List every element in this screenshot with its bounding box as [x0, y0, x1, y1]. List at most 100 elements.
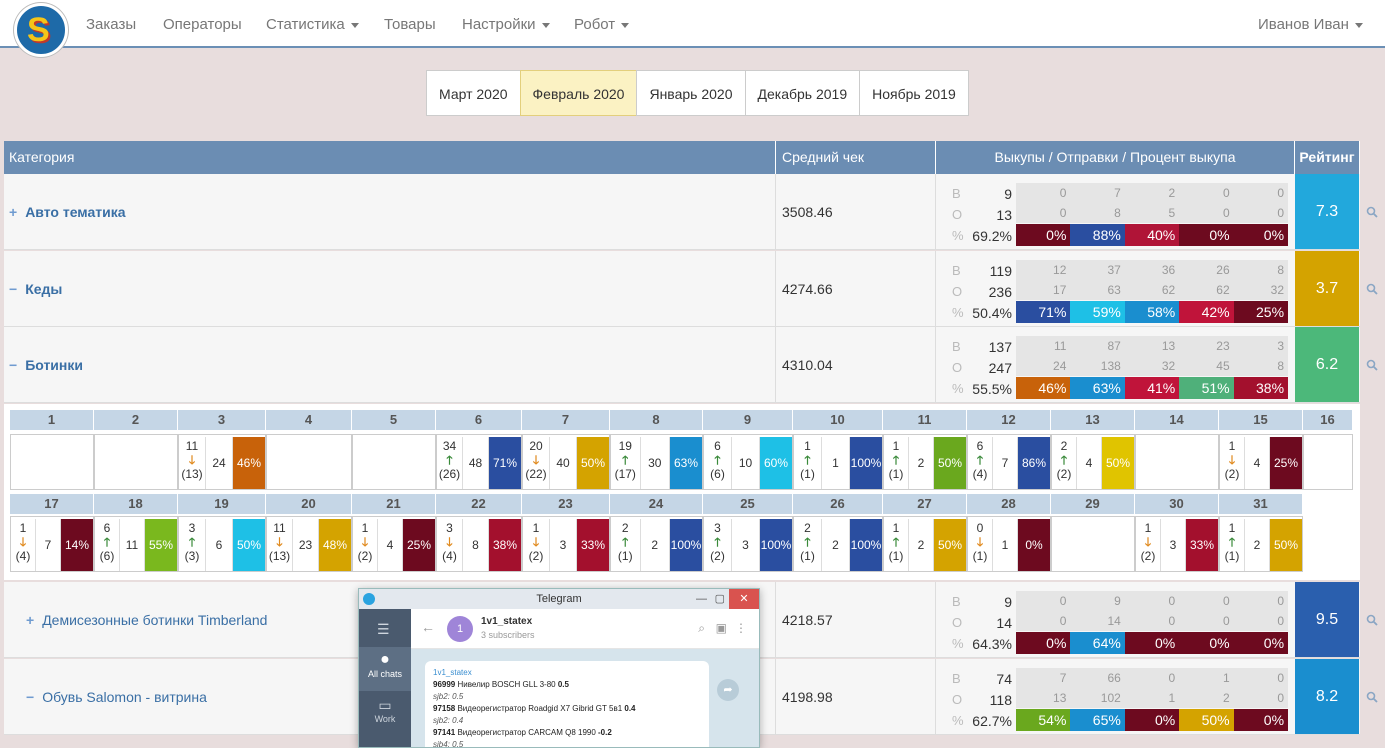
sidebar-item-all-chats[interactable]: ● All chats	[359, 647, 411, 691]
header-category[interactable]: Категория	[4, 141, 776, 174]
tab-month-active[interactable]: Февраль 2020	[519, 70, 638, 116]
tab-month[interactable]: Январь 2020	[636, 70, 746, 116]
tab-month[interactable]: Март 2020	[426, 70, 521, 116]
rating-badge: 7.3	[1295, 174, 1359, 249]
sent-by-month: 0 8 5 0 0	[1016, 203, 1288, 223]
user-menu[interactable]: Иванов Иван	[1258, 0, 1363, 48]
day-cell[interactable]	[1051, 516, 1135, 572]
nav-settings[interactable]: Настройки	[462, 0, 550, 48]
day-cell[interactable]	[94, 434, 178, 490]
day-cell[interactable]	[10, 434, 94, 490]
day-cell[interactable]: 1 🡑 (1) 2 50%	[883, 516, 967, 572]
arrow-up-icon: 🡑	[804, 453, 811, 467]
category-name[interactable]: + Демисезонные ботинки Timberland	[26, 612, 267, 628]
day-cell[interactable]: 3 🡑 (2) 3 100%	[703, 516, 793, 572]
day-cell[interactable]: 11 🡓 (13) 24 46%	[178, 434, 266, 490]
back-arrow-icon[interactable]: ←	[421, 619, 435, 635]
day-buyouts: 1 🡓 (4)	[11, 519, 36, 571]
day-cell[interactable]: 6 🡑 (4) 7 86%	[967, 434, 1051, 490]
day-header: 21	[352, 494, 436, 514]
day-cell[interactable]	[266, 434, 352, 490]
forward-icon[interactable]: ➦	[717, 679, 739, 701]
day-cell[interactable]: 1 🡓 (2) 4 25%	[1219, 434, 1303, 490]
header-rating[interactable]: Рейтинг	[1295, 141, 1360, 174]
search-icon[interactable]	[1366, 205, 1380, 219]
sent-by-month: 24 138 32 45 8	[1016, 356, 1288, 376]
category-name[interactable]: + Авто тематика	[9, 204, 126, 220]
day-cell[interactable]: 6 🡑 (6) 10 60%	[703, 434, 793, 490]
sidebar-item-work[interactable]: ▭ Work	[359, 693, 411, 737]
day-cell[interactable]: 1 🡓 (2) 4 25%	[352, 516, 436, 572]
more-icon[interactable]: ⋮	[735, 621, 747, 635]
nav-products[interactable]: Товары	[384, 0, 436, 48]
day-cell[interactable]: 1 🡓 (2) 3 33%	[1135, 516, 1219, 572]
day-cell[interactable]: 2 🡑 (2) 4 50%	[1051, 434, 1135, 490]
day-cell[interactable]: 3 🡓 (4) 8 38%	[436, 516, 522, 572]
menu-icon[interactable]: ☰	[377, 621, 390, 638]
header-avg-check[interactable]: Средний чек	[776, 141, 936, 174]
collapse-icon[interactable]: −	[26, 689, 34, 705]
logo[interactable]: S	[14, 3, 68, 57]
day-sent: 48	[463, 437, 489, 489]
day-percent: 71%	[489, 437, 521, 489]
nav-statistics[interactable]: Статистика	[266, 0, 359, 48]
month-sent: 17	[1053, 283, 1067, 297]
day-cell[interactable]: 2 🡑 (1) 2 100%	[793, 516, 883, 572]
close-icon[interactable]: ✕	[729, 589, 759, 609]
category-name[interactable]: − Обувь Salomon - витрина	[26, 689, 207, 705]
minimize-icon[interactable]: —	[696, 589, 707, 609]
telegram-window[interactable]: Telegram — ▢ ✕ ☰ ● All chats ▭ Work ← 1 …	[358, 588, 760, 748]
day-cell[interactable]: 1 🡑 (1) 1 100%	[793, 434, 883, 490]
avg-check-value: 4218.57	[782, 612, 833, 628]
month-buyout: 1	[1222, 671, 1230, 685]
table-row[interactable]: − Ботинки 4310.04 В 137 О 247 % 55.5% 11 8…	[4, 327, 1360, 403]
search-icon[interactable]	[1366, 282, 1380, 296]
day-cell[interactable]: 6 🡑 (6) 11 55%	[94, 516, 178, 572]
table-row[interactable]: + Авто тематика 3508.46 В 9 О 13 % 69.2% …	[4, 174, 1360, 250]
month-buyout: 0	[1277, 186, 1285, 200]
search-icon[interactable]	[1366, 690, 1380, 704]
category-cell: − Кеды	[4, 251, 776, 326]
day-cell[interactable]: 1 🡓 (4) 7 14%	[10, 516, 94, 572]
month-percent: 0%	[1016, 632, 1071, 654]
header-buyouts[interactable]: Выкупы / Отправки / Процент выкупа	[936, 141, 1295, 174]
day-percent: 50%	[1270, 519, 1302, 571]
day-cell[interactable]	[352, 434, 436, 490]
maximize-icon[interactable]: ▢	[715, 589, 725, 609]
day-cell[interactable]: 20 🡓 (22) 40 50%	[522, 434, 610, 490]
day-sent: 2	[1245, 519, 1270, 571]
day-cell[interactable]: 0 🡓 (1) 1 0%	[967, 516, 1051, 572]
table-row[interactable]: − Кеды 4274.66 В 119 О 236 % 50.4% 12 37 36…	[4, 251, 1360, 327]
nav-operators[interactable]: Операторы	[163, 0, 242, 48]
expand-icon[interactable]: +	[9, 204, 17, 220]
day-cell[interactable]: 1 🡓 (2) 3 33%	[522, 516, 610, 572]
day-cell[interactable]: 19 🡑 (17) 30 63%	[610, 434, 703, 490]
nav-robot[interactable]: Робот	[574, 0, 630, 48]
live-icon[interactable]: ▣	[716, 621, 727, 635]
month-sent: 32	[1161, 359, 1176, 373]
day-cell[interactable]: 1 🡑 (1) 2 50%	[883, 434, 967, 490]
collapse-icon[interactable]: −	[9, 281, 17, 297]
nav-orders[interactable]: Заказы	[86, 0, 136, 48]
day-cell[interactable]: 3 🡑 (3) 6 50%	[178, 516, 266, 572]
search-icon[interactable]	[1366, 358, 1380, 372]
tab-month[interactable]: Декабрь 2019	[744, 70, 861, 116]
search-icon[interactable]: ⌕	[698, 621, 705, 636]
day-cell[interactable]	[1303, 434, 1353, 490]
month-buyout: 66	[1107, 671, 1121, 685]
expand-icon[interactable]: +	[26, 612, 34, 628]
month-percent: 25%	[1233, 301, 1289, 323]
category-name[interactable]: − Ботинки	[9, 357, 83, 373]
collapse-icon[interactable]: −	[9, 357, 17, 373]
day-cell[interactable]: 2 🡑 (1) 2 100%	[610, 516, 703, 572]
avatar[interactable]: 1	[447, 616, 473, 642]
category-name[interactable]: − Кеды	[9, 281, 62, 297]
day-cell[interactable]: 34 🡑 (26) 48 71%	[436, 434, 522, 490]
month-sent: 0	[1168, 614, 1176, 628]
day-cell[interactable]: 1 🡑 (1) 2 50%	[1219, 516, 1303, 572]
arrow-up-icon: 🡑	[892, 535, 900, 549]
day-cell[interactable]: 11 🡓 (13) 23 48%	[266, 516, 352, 572]
day-cell[interactable]	[1135, 434, 1219, 490]
tab-month[interactable]: Ноябрь 2019	[859, 70, 969, 116]
search-icon[interactable]	[1366, 613, 1380, 627]
